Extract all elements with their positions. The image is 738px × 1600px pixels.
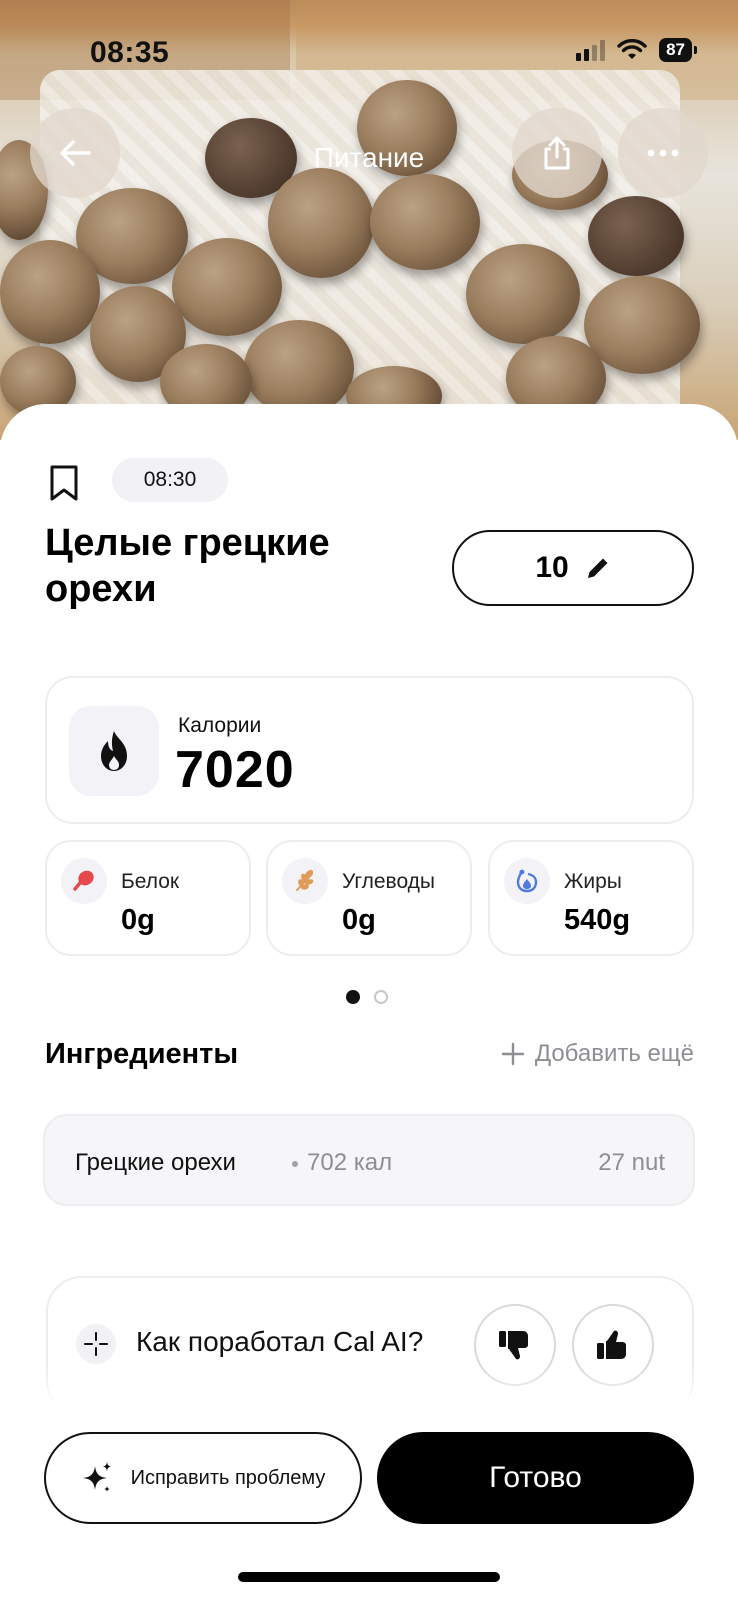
flame-icon	[101, 731, 127, 771]
oil-drop-icon	[504, 858, 550, 904]
page-dot	[374, 990, 388, 1004]
calories-value: 7020	[175, 741, 295, 799]
ingredient-name: Грецкие орехи	[75, 1149, 236, 1176]
battery-indicator: 87	[659, 38, 697, 62]
calories-icon-box	[69, 706, 159, 796]
macro-value: 0g	[121, 904, 155, 936]
quantity-value: 10	[535, 551, 569, 584]
page-dot-active	[346, 990, 360, 1004]
add-ingredient-button[interactable]: Добавить ещё	[501, 1040, 694, 1068]
thumbs-up-button[interactable]	[572, 1304, 654, 1386]
thumbs-down-button[interactable]	[474, 1304, 556, 1386]
drumstick-icon	[61, 858, 107, 904]
thumbs-up-icon	[597, 1330, 626, 1359]
feedback-question: Как поработал Cal AI?	[136, 1326, 424, 1357]
separator-dot-icon	[292, 1161, 298, 1167]
bookmark-icon[interactable]	[48, 464, 80, 502]
macro-label: Белок	[121, 870, 180, 893]
ai-sparkle-icon	[76, 1324, 116, 1364]
quantity-button[interactable]: 10	[452, 530, 694, 606]
page-indicator[interactable]	[346, 990, 388, 1004]
share-icon	[544, 136, 570, 170]
more-button[interactable]	[618, 108, 708, 198]
macro-card-fats[interactable]: Жиры 540g	[488, 840, 694, 956]
bottom-action-bar: Исправить проблему Готово	[0, 1400, 738, 1600]
calories-card[interactable]: Калории 7020	[45, 676, 694, 824]
cellular-signal-icon	[576, 39, 606, 61]
macro-label: Углеводы	[342, 870, 436, 893]
share-button[interactable]	[512, 108, 602, 198]
ingredients-title: Ингредиенты	[45, 1038, 239, 1070]
macro-card-carbs[interactable]: Углеводы 0g	[266, 840, 472, 956]
wifi-icon	[617, 39, 647, 59]
more-dots-icon	[647, 149, 679, 157]
food-title: Целые грецкие орехи	[45, 522, 330, 610]
plus-icon	[501, 1042, 525, 1066]
wheat-icon	[282, 858, 328, 904]
ingredient-calories: 702 кал	[307, 1149, 393, 1176]
thumbs-down-icon	[499, 1331, 528, 1360]
meal-time-badge[interactable]: 08:30	[112, 458, 228, 502]
macro-value: 0g	[342, 904, 376, 936]
macro-value: 540g	[564, 904, 631, 936]
sparkles-icon	[82, 1462, 111, 1492]
done-button[interactable]: Готово	[377, 1432, 694, 1524]
pencil-icon	[587, 558, 608, 578]
fix-issue-label: Исправить проблему	[130, 1466, 326, 1489]
home-indicator[interactable]	[238, 1572, 500, 1582]
feedback-card: Как поработал Cal AI?	[46, 1276, 694, 1416]
macro-card-protein[interactable]: Белок 0g	[45, 840, 251, 956]
calories-label: Калории	[178, 714, 262, 737]
status-time: 08:35	[90, 36, 170, 69]
fix-issue-button[interactable]: Исправить проблему	[44, 1432, 362, 1524]
ingredient-quantity: 27 nut	[598, 1149, 665, 1176]
ingredient-row[interactable]: Грецкие орехи 702 кал 27 nut	[43, 1114, 695, 1206]
add-ingredient-label: Добавить ещё	[534, 1040, 694, 1067]
status-icons: 87	[576, 38, 697, 62]
macro-label: Жиры	[564, 870, 622, 893]
